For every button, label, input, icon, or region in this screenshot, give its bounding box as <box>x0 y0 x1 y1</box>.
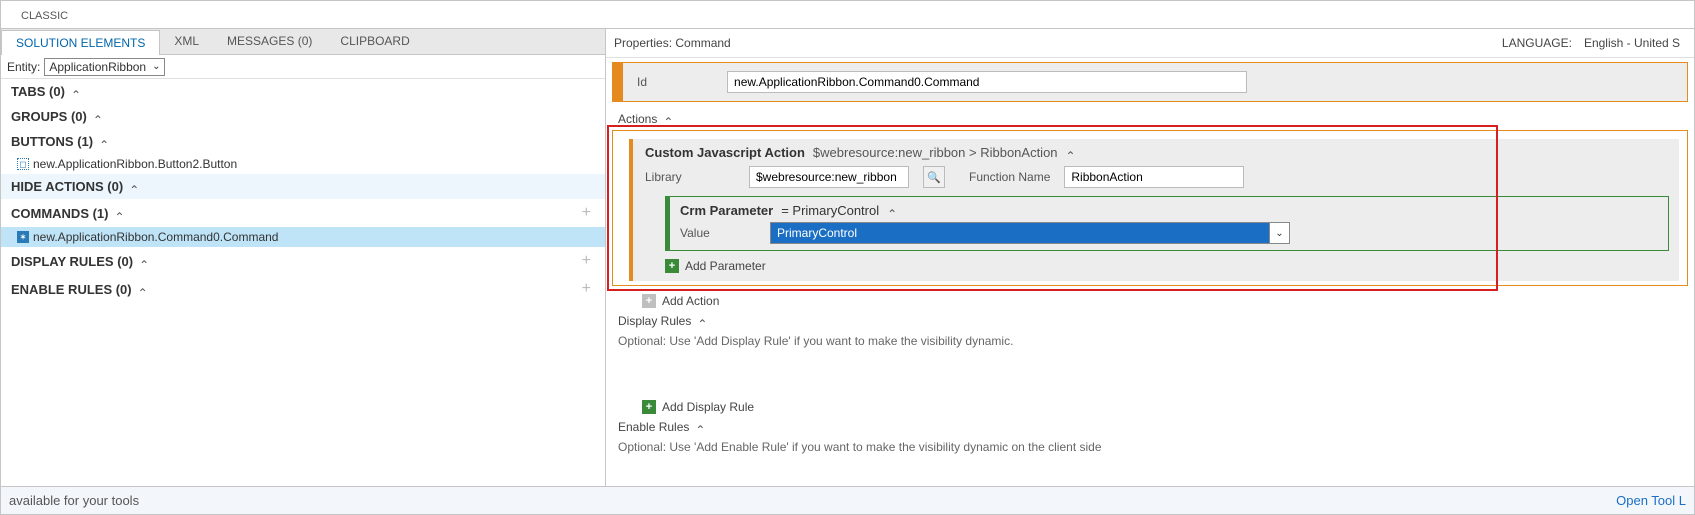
chevron-up-icon <box>93 109 103 124</box>
function-label: Function Name <box>969 170 1050 184</box>
section-groups-label: GROUPS (0) <box>11 109 87 124</box>
entity-row: Entity: ApplicationRibbon ⌄ <box>1 55 605 79</box>
chevron-up-icon <box>138 282 148 297</box>
plus-icon: + <box>665 259 679 273</box>
language-select[interactable]: English - United S <box>1578 33 1686 53</box>
function-input[interactable] <box>1064 166 1244 188</box>
library-label: Library <box>645 170 735 184</box>
command-icon: ✶ <box>17 231 29 243</box>
section-hide-actions[interactable]: HIDE ACTIONS (0) <box>1 174 605 199</box>
search-icon[interactable]: 🔍 <box>923 166 945 188</box>
actions-header[interactable]: Actions <box>606 108 1694 130</box>
language-label: LANGUAGE: <box>1502 36 1572 50</box>
section-display-rules[interactable]: DISPLAY RULES (0) + <box>1 247 605 275</box>
plus-icon: + <box>642 400 656 414</box>
tab-messages[interactable]: MESSAGES (0) <box>213 29 326 54</box>
js-action-block: Custom Javascript Action $webresource:ne… <box>629 139 1679 281</box>
section-hide-actions-label: HIDE ACTIONS (0) <box>11 179 123 194</box>
id-input[interactable] <box>727 71 1247 93</box>
display-rules-hint: Optional: Use 'Add Display Rule' if you … <box>606 332 1694 356</box>
topbar: CLASSIC <box>1 1 1694 29</box>
id-block: Id <box>612 62 1688 102</box>
section-tabs-label: TABS (0) <box>11 84 65 99</box>
section-commands[interactable]: COMMANDS (1) + <box>1 199 605 227</box>
entity-label: Entity: <box>7 60 40 74</box>
enable-rules-header[interactable]: Enable Rules <box>606 416 1694 438</box>
chevron-up-icon <box>139 254 149 269</box>
library-input[interactable] <box>749 166 909 188</box>
section-commands-label: COMMANDS (1) <box>11 206 109 221</box>
add-action-row[interactable]: + Add Action <box>606 290 1694 310</box>
entity-value: ApplicationRibbon <box>49 60 146 74</box>
properties-header: Properties: Command <box>614 36 731 50</box>
crm-parameter-header[interactable]: Crm Parameter = PrimaryControl <box>680 203 1658 218</box>
crm-param-title: Crm Parameter <box>680 203 773 218</box>
tab-classic[interactable]: CLASSIC <box>3 6 86 28</box>
chevron-up-icon <box>71 84 81 99</box>
tab-xml[interactable]: XML <box>160 29 213 54</box>
display-rules-header[interactable]: Display Rules <box>606 310 1694 332</box>
chevron-up-icon <box>663 112 673 126</box>
add-display-rule-row[interactable]: + Add Display Rule <box>606 396 1694 416</box>
section-tabs[interactable]: TABS (0) <box>1 79 605 104</box>
plus-icon: + <box>642 294 656 308</box>
left-panel: SOLUTION ELEMENTS XML MESSAGES (0) CLIPB… <box>1 29 606 486</box>
section-enable-rules-label: ENABLE RULES (0) <box>11 282 132 297</box>
section-buttons[interactable]: BUTTONS (1) <box>1 129 605 154</box>
display-rules-label: Display Rules <box>618 314 691 328</box>
js-action-title: Custom Javascript Action <box>645 145 805 160</box>
chevron-up-icon <box>129 179 139 194</box>
chevron-up-icon <box>695 420 705 434</box>
tree-item-command[interactable]: ✶ new.ApplicationRibbon.Command0.Command <box>1 227 605 247</box>
chevron-up-icon <box>697 314 707 328</box>
enable-rules-label: Enable Rules <box>618 420 689 434</box>
value-selected: PrimaryControl <box>770 222 1270 244</box>
actions-block: Custom Javascript Action $webresource:ne… <box>612 130 1688 286</box>
footer-link[interactable]: Open Tool L <box>1616 493 1686 508</box>
tab-clipboard[interactable]: CLIPBOARD <box>326 29 423 54</box>
chevron-down-icon: ⌄ <box>1270 222 1290 244</box>
section-groups[interactable]: GROUPS (0) <box>1 104 605 129</box>
tree-item-button[interactable]: ◻ new.ApplicationRibbon.Button2.Button <box>1 154 605 174</box>
enable-rules-hint: Optional: Use 'Add Enable Rule' if you w… <box>606 438 1694 462</box>
add-display-rule-icon[interactable]: + <box>582 252 595 270</box>
add-parameter-label: Add Parameter <box>685 259 766 273</box>
chevron-down-icon: ⌄ <box>152 61 160 72</box>
section-buttons-label: BUTTONS (1) <box>11 134 93 149</box>
footer-status: available for your tools <box>9 493 139 508</box>
value-select[interactable]: PrimaryControl ⌄ <box>770 222 1290 244</box>
tree-item-button-label: new.ApplicationRibbon.Button2.Button <box>33 157 237 171</box>
button-icon: ◻ <box>17 158 29 170</box>
add-command-icon[interactable]: + <box>582 204 595 222</box>
add-action-label: Add Action <box>662 294 719 308</box>
chevron-up-icon <box>99 134 109 149</box>
section-enable-rules[interactable]: ENABLE RULES (0) + <box>1 275 605 303</box>
js-action-header[interactable]: Custom Javascript Action $webresource:ne… <box>645 145 1669 160</box>
add-display-rule-label: Add Display Rule <box>662 400 754 414</box>
tab-solution-elements[interactable]: SOLUTION ELEMENTS <box>1 30 160 55</box>
add-parameter-row[interactable]: + Add Parameter <box>645 255 1669 275</box>
right-panel: Properties: Command LANGUAGE: English - … <box>606 29 1694 486</box>
tree-item-command-label: new.ApplicationRibbon.Command0.Command <box>33 230 278 244</box>
section-display-rules-label: DISPLAY RULES (0) <box>11 254 133 269</box>
chevron-up-icon <box>887 203 897 218</box>
js-action-path: $webresource:new_ribbon > RibbonAction <box>813 145 1058 160</box>
value-label: Value <box>680 226 740 240</box>
footer: available for your tools Open Tool L <box>1 486 1694 514</box>
chevron-up-icon <box>1066 145 1076 160</box>
add-enable-rule-icon[interactable]: + <box>582 280 595 298</box>
chevron-up-icon <box>115 206 125 221</box>
crm-parameter-block: Crm Parameter = PrimaryControl Value Pri… <box>665 196 1669 251</box>
orange-accent <box>613 63 623 101</box>
entity-select[interactable]: ApplicationRibbon ⌄ <box>44 58 165 76</box>
actions-label: Actions <box>618 112 657 126</box>
id-label: Id <box>637 75 647 89</box>
crm-param-eq: = PrimaryControl <box>781 203 879 218</box>
tabstrip: SOLUTION ELEMENTS XML MESSAGES (0) CLIPB… <box>1 29 605 55</box>
